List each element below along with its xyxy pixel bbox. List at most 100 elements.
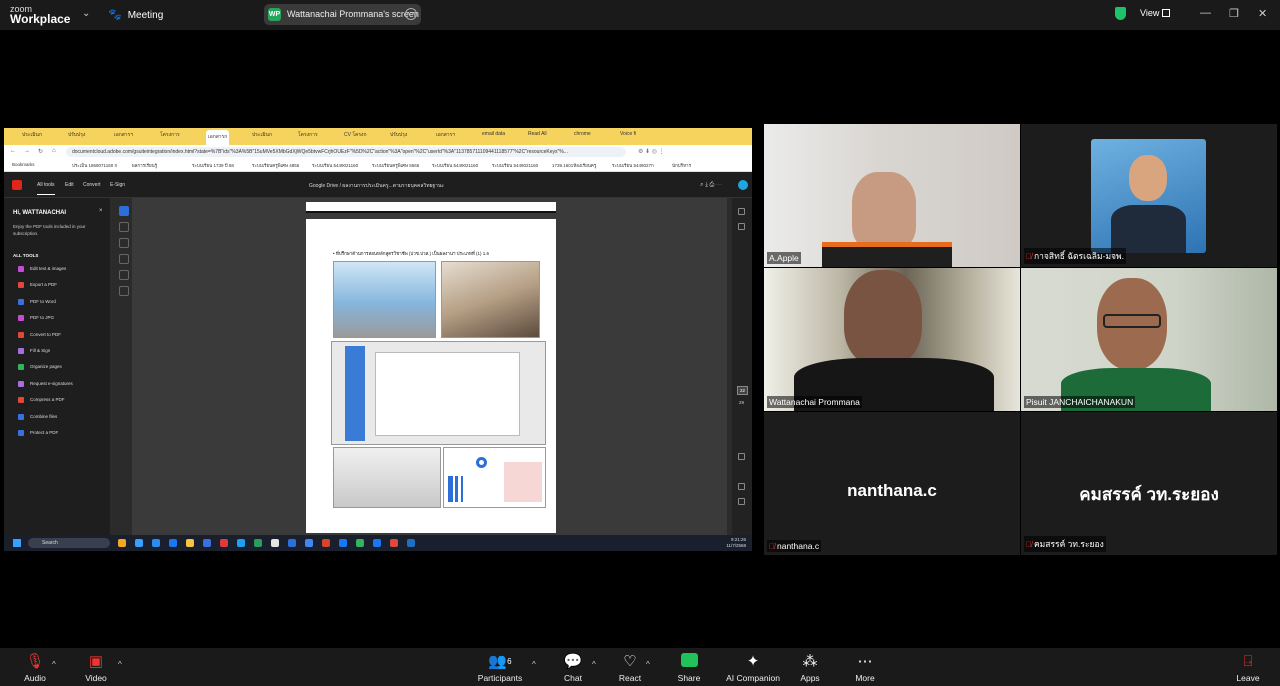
participant-tile[interactable]: 🎙̸ กาจสิทธิ์ ฉัตรเฉลิม-มจพ. — [1021, 124, 1277, 267]
taskbar-app-icon[interactable] — [237, 539, 245, 547]
share-button[interactable]: Share — [659, 653, 719, 683]
bookmark-item[interactable]: ประเมิน 1869071160 ก — [72, 162, 117, 169]
bookmark-item[interactable]: นักบริหาร — [672, 162, 691, 169]
browser-tab[interactable]: โครงการ — [298, 131, 318, 143]
zoom-in-icon[interactable] — [738, 483, 745, 490]
browser-tab[interactable]: เอกสารฯ — [114, 131, 133, 143]
participants-button[interactable]: 👥6 Participants — [470, 653, 530, 683]
taskbar-app-icon[interactable] — [373, 539, 381, 547]
acrobat-actions[interactable]: ⌕ ⤓ ⎙ ⋯ — [700, 182, 722, 189]
browser-tab[interactable]: ปรับปรุง — [68, 131, 85, 143]
taskbar-app-icon[interactable] — [203, 539, 211, 547]
participant-tile[interactable]: คมสรรค์ วท.ระยอง 🎙̸ คมสรรค์ วท.ระยอง — [1021, 412, 1277, 555]
video-options-caret[interactable]: ^ — [118, 660, 122, 669]
bookmark-item[interactable]: ระบบเรียน 1739 ปี 68 — [192, 162, 234, 169]
windows-start-icon[interactable] — [13, 539, 21, 547]
browser-tab[interactable]: ประเมินก — [22, 131, 42, 143]
close-window-icon[interactable]: ✕ — [1258, 7, 1267, 20]
url-bar[interactable]: documentcloud.adobe.com/gsuiteintegratio… — [66, 147, 626, 157]
tab-convert[interactable]: Convert — [83, 182, 101, 188]
settings-icon[interactable] — [738, 208, 745, 215]
tool-item[interactable]: Edit text & images — [18, 266, 66, 272]
browser-tab[interactable]: Read All — [528, 131, 547, 143]
taskbar-app-icon[interactable] — [118, 539, 126, 547]
audio-options-caret[interactable]: ^ — [52, 660, 56, 669]
taskbar-app-icon[interactable] — [152, 539, 160, 547]
view-button[interactable]: View — [1140, 8, 1159, 18]
tool-item[interactable]: PDF to JPG — [18, 315, 54, 322]
browser-tab[interactable]: เอกสารฯ — [436, 131, 455, 143]
participant-tile[interactable]: A.Apple — [764, 124, 1020, 267]
tool-item[interactable]: Convert to PDF — [18, 331, 61, 338]
extensions-icon[interactable]: ⚙ ⬇ ◎ ⋮ — [638, 148, 665, 155]
react-options-caret[interactable]: ^ — [646, 660, 650, 669]
close-panel-icon[interactable]: × — [99, 208, 103, 214]
select-tool-icon[interactable] — [119, 206, 129, 216]
bookmark-item[interactable]: Bookmarks — [12, 162, 35, 167]
tool-item[interactable]: Export a PDF — [18, 282, 57, 289]
taskbar-search[interactable]: Search — [28, 538, 110, 548]
taskbar-app-icon[interactable] — [390, 539, 398, 547]
bookmark-item[interactable]: ระบบเรียน 5449021160 — [432, 162, 478, 169]
taskbar-app-icon[interactable] — [169, 539, 177, 547]
taskbar-app-icon[interactable] — [271, 539, 279, 547]
taskbar-app-icon[interactable] — [305, 539, 313, 547]
screen-share-indicator[interactable]: WP Wattanachai Prommana's screen ⋯ — [264, 4, 421, 25]
zoom-tool-icon[interactable] — [119, 222, 129, 232]
tool-item[interactable]: Request e-signatures — [18, 380, 73, 387]
account-avatar[interactable] — [738, 180, 748, 190]
taskbar-app-icon[interactable] — [356, 539, 364, 547]
taskbar-app-icon[interactable] — [135, 539, 143, 547]
bookmark-item[interactable]: ระบบเรียน 5449021160 — [312, 162, 358, 169]
chat-options-caret[interactable]: ^ — [592, 660, 596, 669]
bookmark-item[interactable]: ระบบเรียนครูพิเศษ 4856 — [252, 162, 299, 169]
zoom-out-icon[interactable] — [738, 498, 745, 505]
participant-tile[interactable]: nanthana.c 🎙̸ nanthana.c — [764, 412, 1020, 555]
more-options-icon[interactable]: ⋯ — [405, 8, 417, 20]
participants-options-caret[interactable]: ^ — [532, 660, 536, 669]
bookmark-item[interactable]: 1739.1601ห้องเรียนครู — [552, 162, 596, 169]
more-button[interactable]: ⋯ More — [835, 653, 895, 683]
active-speaker-tile[interactable]: Wattanachai Prommana — [764, 268, 1020, 411]
tool-item[interactable]: Protect a PDF — [18, 430, 58, 436]
browser-tab[interactable]: ปรับปรุง — [390, 131, 407, 143]
audio-button[interactable]: 🎙 Audio — [5, 653, 65, 683]
pen-tool-icon[interactable] — [119, 238, 129, 248]
browser-tab[interactable]: โครงการ — [160, 131, 180, 143]
back-icon[interactable]: ← — [10, 148, 16, 154]
stamp-tool-icon[interactable] — [119, 286, 129, 296]
tool-item[interactable]: PDF to Word — [18, 298, 56, 305]
tool-item[interactable]: Organize pages — [18, 364, 62, 371]
thumbnails-icon[interactable] — [738, 223, 745, 230]
taskbar-app-icon[interactable] — [339, 539, 347, 547]
grid-view-icon[interactable] — [1162, 9, 1170, 17]
taskbar-app-icon[interactable] — [407, 539, 415, 547]
browser-tab[interactable]: Voice fi — [620, 131, 636, 143]
ai-companion-button[interactable]: ✦ AI Companion — [723, 653, 783, 683]
forward-icon[interactable]: → — [24, 148, 30, 154]
draw-tool-icon[interactable] — [119, 254, 129, 264]
taskbar-app-icon[interactable] — [322, 539, 330, 547]
tab-all-tools[interactable]: All tools — [37, 182, 55, 195]
bookmark-item[interactable]: ผลการเรียนรู้ — [132, 162, 157, 169]
tab-edit[interactable]: Edit — [65, 182, 74, 188]
tab-esign[interactable]: E-Sign — [110, 182, 125, 188]
tool-item[interactable]: Fill & Sign — [18, 348, 50, 354]
chevron-down-icon[interactable]: ⌄ — [82, 8, 90, 19]
taskbar-app-icon[interactable] — [220, 539, 228, 547]
react-button[interactable]: ♡ React — [600, 653, 660, 683]
rotate-icon[interactable] — [738, 453, 745, 460]
bookmark-item[interactable]: ระบบเรียน 5449021160 — [492, 162, 538, 169]
taskbar-app-icon[interactable] — [254, 539, 262, 547]
minimize-icon[interactable]: — — [1200, 7, 1211, 19]
video-button[interactable]: ▣ Video — [66, 653, 126, 683]
document-path[interactable]: Google Drive / ผลงานการประเมินครู...ตามร… — [309, 182, 444, 190]
participant-tile[interactable]: Pisuit JANCHAICHANAKUN — [1021, 268, 1277, 411]
tool-item[interactable]: Combine files — [18, 413, 57, 420]
taskbar-app-icon[interactable] — [186, 539, 194, 547]
browser-tab[interactable]: เอกสารก — [206, 130, 230, 145]
browser-tab[interactable]: ประเมินก — [252, 131, 272, 143]
reload-icon[interactable]: ↻ — [38, 148, 43, 155]
home-icon[interactable]: ⌂ — [52, 148, 56, 154]
restore-icon[interactable]: ❐ — [1229, 7, 1239, 20]
